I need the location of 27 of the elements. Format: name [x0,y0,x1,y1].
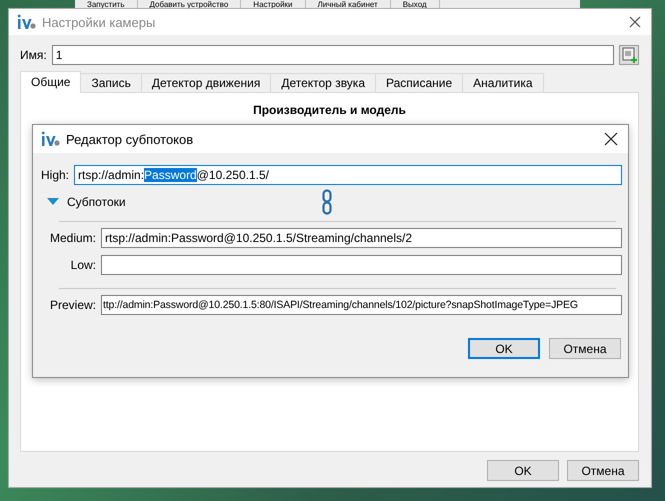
add-camera-icon[interactable] [619,45,639,65]
name-label: Имя: [20,48,47,62]
preview-url-field[interactable]: ttp://admin:Password@10.250.1.5:80/ISAPI/Streaming/channels/102/picture?snapShotImageType=JPEG [101,295,622,315]
cancel-button[interactable]: Отмена [549,338,621,359]
close-icon[interactable] [604,132,618,146]
substreams-label[interactable]: Субпотоки [67,195,126,209]
tab[interactable]: Аналитика [462,73,544,93]
app-logo-icon [17,14,37,30]
dialog-title: Редактор субпотоков [66,132,194,146]
field-label: High: [41,168,70,182]
window-title: Настройки камеры [42,14,156,30]
stream-url-field[interactable] [101,255,622,275]
ok-button[interactable]: OK [468,338,540,359]
high-stream-field[interactable]: rtsp://admin:Password@10.250.1.5/ [74,165,622,185]
field-label: Low: [70,258,96,272]
expanded-triangle-icon[interactable] [47,198,59,206]
tab[interactable]: Общие [20,71,82,93]
app-logo-icon [41,131,61,147]
field-label: Medium: [48,231,96,245]
field-label: Preview: [48,298,96,312]
name-field[interactable]: 1 [52,45,614,65]
ok-button[interactable]: OK [487,460,559,481]
section-heading: Производитель и модель [252,103,407,117]
stream-url-field[interactable]: rtsp://admin:Password@10.250.1.5/Streaming/channels/2 [101,228,622,248]
close-icon[interactable] [629,16,641,28]
cancel-button[interactable]: Отмена [567,460,639,481]
chain-link-icon[interactable] [322,189,332,215]
